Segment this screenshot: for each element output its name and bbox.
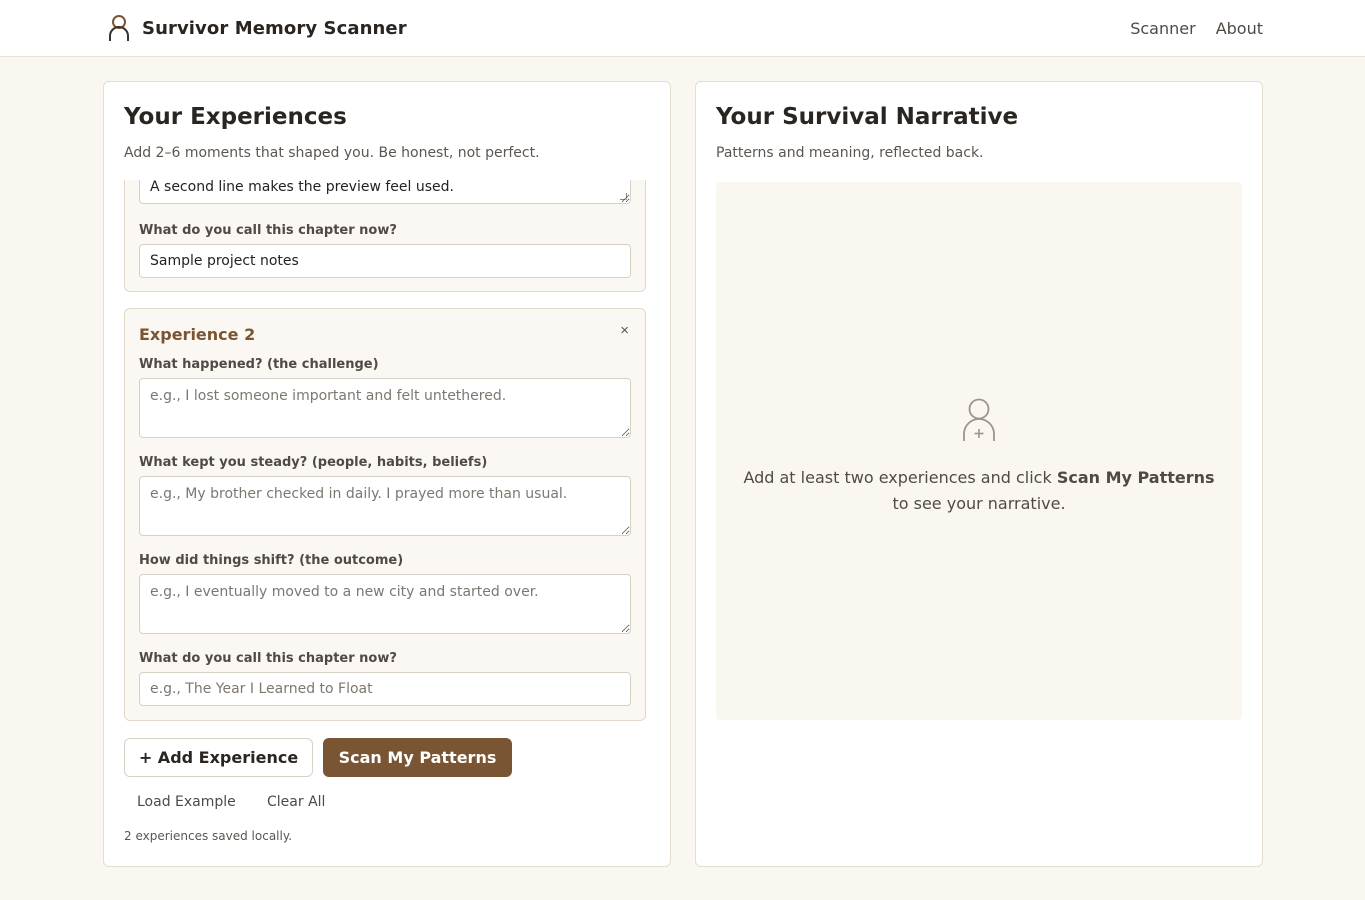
nav-scanner-link[interactable]: Scanner [1130, 19, 1195, 38]
experience-card-1: A second line makes the preview feel use… [124, 180, 646, 292]
add-experience-button[interactable]: + Add Experience [124, 738, 313, 777]
challenge-textarea[interactable] [139, 378, 631, 438]
main-nav: Scanner About [1130, 19, 1263, 38]
experiences-title: Your Experiences [124, 104, 347, 130]
nav-about-link[interactable]: About [1216, 19, 1263, 38]
experience-2-title: Experience 2 [139, 325, 256, 344]
scan-patterns-button[interactable]: Scan My Patterns [323, 738, 512, 777]
outcome-textarea-1[interactable]: A second line makes the preview feel use… [139, 180, 631, 204]
experiences-panel: Your Experiences Add 2–6 moments that sh… [103, 81, 671, 867]
top-bar: Survivor Memory Scanner Scanner About [0, 0, 1365, 57]
app-title: Survivor Memory Scanner [142, 17, 407, 39]
narrative-output: Add at least two experiences and click S… [716, 182, 1242, 720]
remove-experience-2-button[interactable]: × [620, 322, 629, 339]
chapter-label-1: What do you call this chapter now? [139, 223, 397, 238]
brand[interactable]: Survivor Memory Scanner [108, 14, 407, 42]
clear-all-button[interactable]: Clear All [267, 794, 325, 810]
outcome-label: How did things shift? (the outcome) [139, 553, 404, 568]
steady-label: What kept you steady? (people, habits, b… [139, 455, 488, 470]
challenge-label: What happened? (the challenge) [139, 357, 379, 372]
chapter-input-2[interactable] [139, 672, 631, 706]
narrative-subtitle: Patterns and meaning, reflected back. [716, 145, 984, 161]
empty-text-before: Add at least two experiences and click [743, 468, 1057, 487]
empty-state-message: Add at least two experiences and click S… [716, 465, 1242, 517]
resize-grip-icon[interactable] [620, 193, 627, 200]
outcome-textarea[interactable] [139, 574, 631, 634]
experience-card-2: Experience 2 × What happened? (the chall… [124, 308, 646, 721]
experiences-subtitle: Add 2–6 moments that shaped you. Be hone… [124, 145, 540, 161]
load-example-button[interactable]: Load Example [137, 794, 236, 810]
steady-textarea[interactable] [139, 476, 631, 536]
save-status: 2 experiences saved locally. [124, 829, 293, 843]
empty-text-emphasis: Scan My Patterns [1056, 468, 1215, 487]
chapter-input-1[interactable] [139, 244, 631, 278]
outcome-text-1: A second line makes the preview feel use… [150, 180, 454, 195]
person-add-icon [963, 398, 995, 441]
person-outline-icon [109, 15, 129, 41]
narrative-title: Your Survival Narrative [716, 104, 1019, 130]
chapter-label-2: What do you call this chapter now? [139, 651, 397, 666]
narrative-panel: Your Survival Narrative Patterns and mea… [695, 81, 1263, 867]
empty-text-after: to see your narrative. [892, 494, 1066, 513]
experiences-list[interactable]: A second line makes the preview feel use… [124, 180, 648, 725]
